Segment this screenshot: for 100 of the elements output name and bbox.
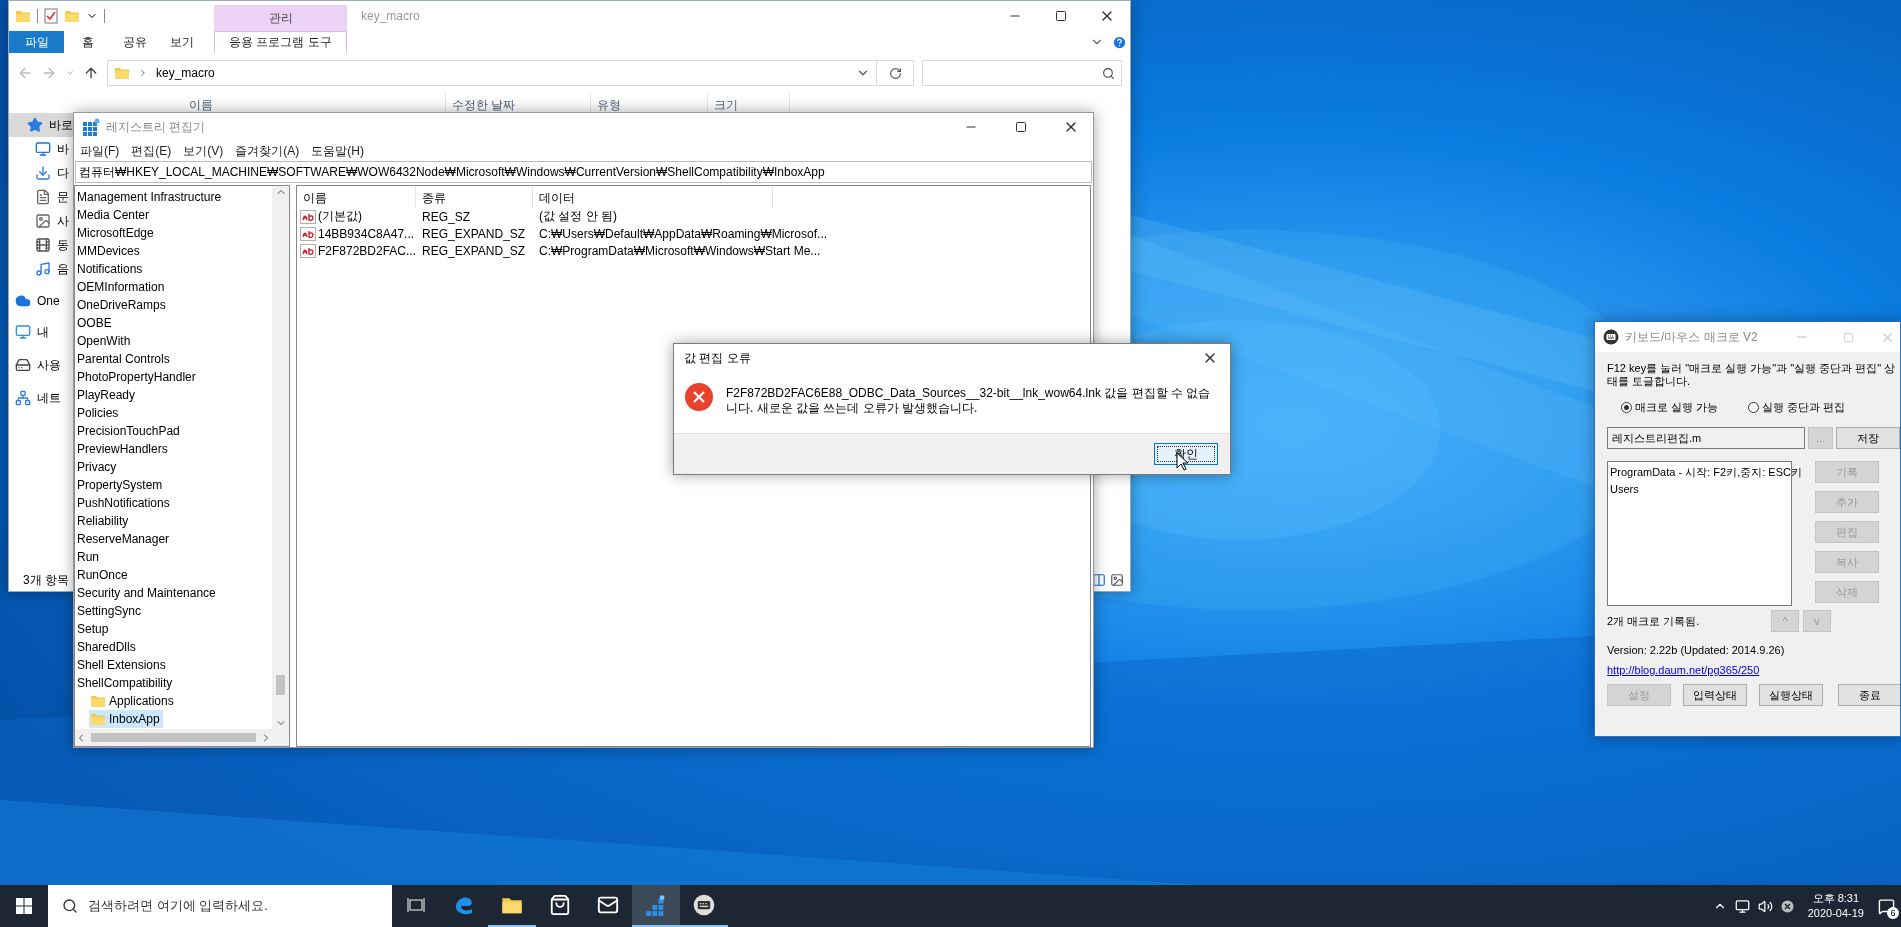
table-cell: 14BB934C8A47... <box>318 226 415 241</box>
nav-item[interactable]: 음 <box>9 257 73 281</box>
tree-item[interactable]: Security and Maintenance <box>75 584 219 602</box>
horizontal-scrollbar[interactable] <box>75 729 289 746</box>
tree-item[interactable]: Shell Extensions <box>75 656 169 674</box>
menu-item[interactable]: 파일(F) <box>80 142 120 160</box>
tree-item[interactable]: SharedDlls <box>75 638 139 656</box>
menu-item[interactable]: 도움말(H) <box>311 142 364 160</box>
search-field[interactable]: 검색하려면 여기에 입력하세요. <box>48 885 392 927</box>
menu-item[interactable]: 보기(V) <box>183 142 224 160</box>
search-field[interactable] <box>922 60 1122 86</box>
radio-button[interactable] <box>1621 402 1632 413</box>
volume-icon[interactable] <box>1757 898 1773 914</box>
tree-item[interactable]: OpenWith <box>75 332 134 350</box>
nav-item[interactable]: 바로 <box>9 113 73 137</box>
tree-item[interactable]: MMDevices <box>75 242 143 260</box>
refresh-button[interactable] <box>876 60 914 86</box>
tree-item[interactable]: Notifications <box>75 260 146 278</box>
action-button[interactable]: 입력상태 <box>1683 684 1747 706</box>
file-name-field[interactable]: 레지스트리편집.m <box>1607 427 1805 449</box>
desktop-icon <box>35 141 51 157</box>
nav-item[interactable]: 바 <box>9 137 73 161</box>
status-text: 3개 항목 <box>23 571 69 589</box>
thumbnail-view-icon[interactable] <box>1110 573 1124 587</box>
maximize-icon[interactable] <box>1015 121 1027 133</box>
action-button[interactable]: 종료 <box>1838 684 1900 706</box>
tree-item[interactable]: OEMInformation <box>75 278 168 296</box>
tree-item[interactable]: OneDriveRamps <box>75 296 169 314</box>
nav-item[interactable]: 동 <box>9 233 73 257</box>
address-bar[interactable]: key_macro <box>107 60 877 86</box>
tree-item[interactable]: PushNotifications <box>75 494 173 512</box>
folder-icon <box>114 65 130 81</box>
shopping-bag-icon <box>549 894 571 916</box>
network-icon[interactable] <box>1734 898 1750 914</box>
ribbon-tab[interactable]: 파일 <box>9 31 64 53</box>
download-icon <box>35 165 51 181</box>
tree-item[interactable]: ReserveManager <box>75 530 173 548</box>
menu-item[interactable]: 즐겨찾기(A) <box>235 142 300 160</box>
menu-item[interactable]: 편집(E) <box>131 142 172 160</box>
column-header[interactable]: 데이터 <box>533 186 773 208</box>
tree-item[interactable]: Parental Controls <box>75 350 173 368</box>
nav-item[interactable]: 네트 <box>9 386 73 410</box>
tree-item[interactable]: PlayReady <box>75 386 139 404</box>
radio-option[interactable]: 매크로 실행 가능 <box>1621 400 1719 415</box>
tree-item[interactable]: ShellCompatibility <box>75 674 176 692</box>
folder-icon <box>15 8 31 24</box>
tree-item[interactable]: Run <box>75 548 102 566</box>
column-header[interactable]: 종류 <box>416 186 533 208</box>
list-item[interactable]: ProgramData - 시작: F2키,중지: ESC키 <box>1610 464 1806 481</box>
address-bar[interactable]: 컴퓨터₩HKEY_LOCAL_MACHINE₩SOFTWARE₩WOW6432Node₩Microsoft₩Windows₩CurrentVersion₩ShellCompatibility₩InboxApp <box>75 161 1092 183</box>
monitor-icon <box>15 324 31 340</box>
link[interactable]: http://blog.daum.net/pg365/250 <box>1607 664 1760 676</box>
ribbon-tab[interactable]: 응용 프로그램 도구 <box>214 31 347 53</box>
vertical-scrollbar[interactable] <box>272 186 289 729</box>
save-button[interactable]: 저장 <box>1836 427 1900 449</box>
start-icon[interactable] <box>16 898 32 914</box>
tree-item[interactable]: Policies <box>75 404 122 422</box>
maximize-icon[interactable] <box>1055 10 1067 22</box>
tree-item[interactable]: Management Infrastructure <box>75 188 225 206</box>
tree-item[interactable]: MicrosoftEdge <box>75 224 157 242</box>
details-view-icon[interactable] <box>1092 573 1106 587</box>
help-icon[interactable] <box>1111 34 1127 50</box>
nav-item[interactable]: 다 <box>9 161 73 185</box>
dialog-title: 값 편집 오류 <box>684 349 751 367</box>
tree-item[interactable]: PhotoPropertyHandler <box>75 368 199 386</box>
radio-option[interactable]: 실행 중단과 편집 <box>1748 400 1846 415</box>
column-header[interactable]: 이름 <box>297 186 416 208</box>
tree-item[interactable]: OOBE <box>75 314 115 332</box>
tree-item[interactable]: Media Center <box>75 206 153 224</box>
clock[interactable]: 오후 8:31 2020-04-19 <box>1807 891 1864 921</box>
tree-item[interactable]: Applications <box>89 692 177 710</box>
network-icon <box>15 390 31 406</box>
nav-item[interactable]: 내 <box>9 320 73 344</box>
tree-item[interactable]: Setup <box>75 620 112 638</box>
notification-icon[interactable] <box>1878 897 1895 915</box>
cloud-icon <box>15 293 31 309</box>
tree-item[interactable]: RunOnce <box>75 566 131 584</box>
tree-item[interactable]: PreviewHandlers <box>75 440 171 458</box>
table-cell: C:₩Users₩Default₩AppData₩Roaming₩Microsof... <box>539 226 828 241</box>
refresh-icon <box>888 66 902 80</box>
tree-item[interactable]: Privacy <box>75 458 120 476</box>
tree-item[interactable]: Reliability <box>75 512 132 530</box>
image-icon <box>35 213 51 229</box>
version-text: Version: 2.22b (Updated: 2014.9.26) <box>1607 644 1785 656</box>
action-button[interactable]: 실행상태 <box>1759 684 1823 706</box>
radio-button[interactable] <box>1748 402 1760 413</box>
error-badge-icon[interactable] <box>1780 899 1794 913</box>
tree-item[interactable]: PrecisionTouchPad <box>75 422 183 440</box>
scroll-thumb[interactable] <box>91 733 256 742</box>
scroll-thumb[interactable] <box>276 675 285 695</box>
nav-item[interactable]: 문 <box>9 185 73 209</box>
nav-item[interactable]: One <box>9 289 73 313</box>
up-icon[interactable] <box>83 65 99 81</box>
tree-item[interactable]: InboxApp <box>89 710 163 728</box>
tree-item[interactable]: PropertySystem <box>75 476 166 494</box>
nav-item[interactable]: 사용 <box>9 353 73 377</box>
list-item[interactable]: Users <box>1610 481 1643 498</box>
tree-item[interactable]: SettingSync <box>75 602 145 620</box>
search-icon <box>62 898 78 914</box>
nav-item[interactable]: 사 <box>9 209 73 233</box>
